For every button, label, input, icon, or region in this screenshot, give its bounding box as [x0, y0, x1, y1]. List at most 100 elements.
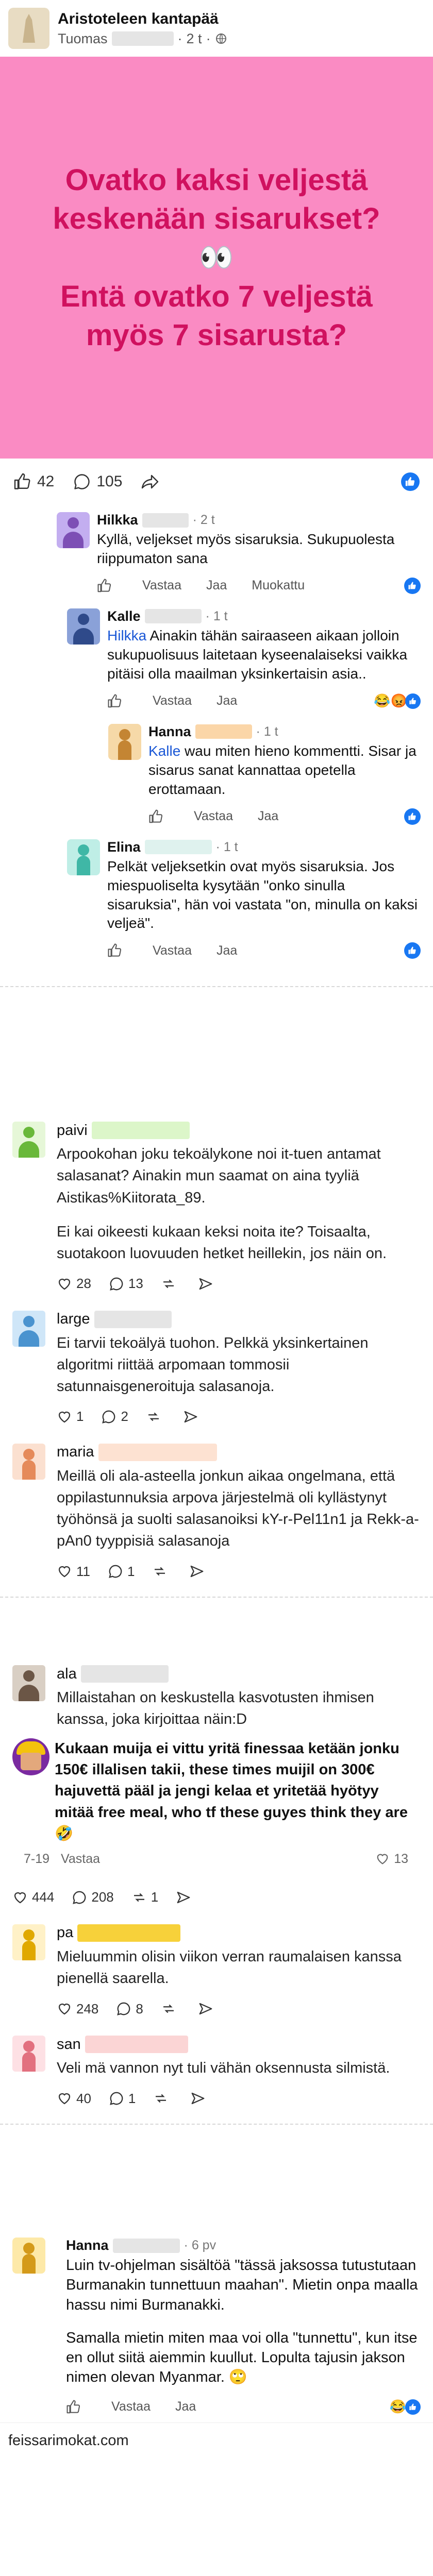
commenter-name[interactable]: Kalle [107, 608, 141, 624]
send-button[interactable] [183, 1409, 203, 1425]
avatar[interactable] [12, 2238, 45, 2274]
post-text: Ei tarvii tekoälyä tuohon. Pelkkä yksink… [57, 1334, 369, 1395]
avatar[interactable] [12, 1310, 45, 1347]
username[interactable]: paivi [57, 1122, 88, 1139]
comment-time: 2 t [200, 513, 215, 527]
avatar[interactable] [67, 608, 100, 645]
commenter-name[interactable]: Hanna [148, 724, 191, 740]
redacted-surname [111, 31, 174, 46]
avatar[interactable] [12, 1443, 45, 1480]
like-comment-button[interactable] [107, 693, 128, 709]
username[interactable]: ala [57, 1666, 77, 1683]
comment-button[interactable]: 8 [116, 2001, 143, 2017]
commenter-name[interactable]: Hilkka [97, 512, 138, 528]
reply-link[interactable]: Vastaa [142, 578, 181, 593]
like-button[interactable]: 248 [57, 2001, 98, 2017]
comment-button[interactable]: 105 [73, 472, 122, 491]
like-comment-button[interactable] [107, 943, 128, 958]
section-divider [0, 976, 433, 1111]
like-button[interactable]: 11 [57, 1564, 90, 1580]
comment-text: Pelkät veljeksetkin ovat myös sisaruksia… [107, 858, 418, 931]
send-icon [191, 1565, 204, 1578]
send-button[interactable] [176, 1890, 195, 1905]
comment-count: 2 [121, 1409, 128, 1425]
redacted-surname [112, 2238, 180, 2253]
repost-icon [155, 1567, 165, 1576]
comment-button[interactable]: 1 [109, 2091, 136, 2107]
commenter-name[interactable]: Elina [107, 839, 141, 855]
heart-icon [58, 1411, 71, 1423]
thread-post-san: san Veli mä vannon nyt tuli vähän oksenn… [0, 2024, 433, 2114]
avatar[interactable] [108, 723, 141, 760]
like-button[interactable]: 28 [57, 1276, 91, 1292]
comment-text: Samalla mietin miten maa voi olla "tunne… [66, 2329, 418, 2386]
redacted-surname [144, 609, 202, 624]
reply-link[interactable]: Vastaa [153, 943, 192, 958]
send-button[interactable] [198, 1276, 218, 1292]
heart-icon [377, 1854, 388, 1865]
avatar[interactable] [12, 2036, 45, 2072]
repost-button[interactable] [161, 2001, 180, 2016]
avatar[interactable] [12, 1122, 45, 1158]
share-link[interactable]: Jaa [206, 578, 227, 593]
post-text: Millaistahan on keskustella kasvotusten … [57, 1689, 374, 1728]
repost-icon [156, 2094, 166, 2103]
share-link[interactable]: Jaa [216, 943, 237, 958]
mention-link[interactable]: Kalle [148, 743, 180, 759]
like-comment-button[interactable] [66, 2399, 87, 2415]
like-comment-button[interactable] [148, 809, 169, 824]
fb-post: Aristoteleen kantapää Tuomas · 2 t · Ova… [0, 0, 433, 977]
send-button[interactable] [198, 2001, 218, 2016]
send-icon [192, 2092, 205, 2105]
commenter-name[interactable]: Hanna [66, 2238, 109, 2253]
author-name[interactable]: Tuomas [58, 31, 108, 47]
username[interactable]: large [57, 1311, 90, 1328]
username[interactable]: san [57, 2036, 81, 2053]
avatar[interactable] [12, 1924, 45, 1960]
comment-bubble-icon [110, 2092, 123, 2105]
share-link[interactable]: Jaa [258, 809, 278, 824]
like-button[interactable]: 40 [57, 2091, 91, 2107]
like-button[interactable]: 42 [13, 472, 54, 491]
like-button[interactable]: 444 [12, 1889, 54, 1905]
reply-link[interactable]: Vastaa [194, 809, 233, 824]
like-button[interactable]: 1 [57, 1409, 84, 1425]
comment-button[interactable]: 208 [72, 1889, 114, 1905]
like-reaction-icon [405, 2399, 421, 2415]
send-button[interactable] [190, 2091, 210, 2106]
username[interactable]: maria [57, 1444, 94, 1461]
avatar[interactable] [57, 512, 90, 548]
repost-count: 1 [151, 1889, 159, 1905]
share-link[interactable]: Jaa [216, 693, 237, 708]
quoted-screenshot: Kukaan muija ei vittu yritä finessaa ket… [0, 1735, 433, 1844]
mention-link[interactable]: Hilkka [107, 628, 146, 643]
post-time[interactable]: 2 t [187, 31, 202, 47]
send-button[interactable] [189, 1564, 209, 1579]
repost-button[interactable] [153, 2091, 173, 2106]
post-text: Meillä oli ala-asteella jonkun aikaa ong… [57, 1467, 419, 1549]
thread-post-pa: pa Mieluummin olisin viikon verran rauma… [0, 1913, 433, 2024]
comment-text: Hilkka Ainakin tähän sairaaseen aikaan j… [107, 627, 408, 682]
repost-button[interactable] [152, 1564, 172, 1579]
redacted-surname [80, 1665, 169, 1683]
avatar[interactable] [12, 1665, 45, 1701]
reply-link[interactable]: Vastaa [111, 2399, 151, 2414]
share-link[interactable]: Jaa [175, 2399, 196, 2414]
username[interactable]: pa [57, 1924, 73, 1941]
repost-button[interactable] [161, 1276, 180, 1292]
comment-button[interactable]: 2 [101, 1409, 128, 1425]
group-avatar[interactable] [8, 8, 49, 49]
thumbs-up-icon [108, 694, 122, 708]
group-name[interactable]: Aristoteleen kantapää [58, 10, 227, 28]
reply-link[interactable]: Vastaa [153, 693, 192, 708]
repost-button[interactable]: 1 [131, 1889, 158, 1905]
repost-button[interactable] [146, 1409, 165, 1425]
comment-button[interactable]: 13 [109, 1276, 143, 1292]
share-button[interactable] [141, 472, 164, 491]
quoted-date: 7-19 [24, 1851, 50, 1866]
avatar[interactable] [67, 839, 100, 875]
comment-button[interactable]: 1 [108, 1564, 135, 1580]
like-comment-button[interactable] [97, 578, 118, 594]
edited-label: Muokattu [252, 578, 305, 593]
quoted-avatar [12, 1738, 49, 1776]
